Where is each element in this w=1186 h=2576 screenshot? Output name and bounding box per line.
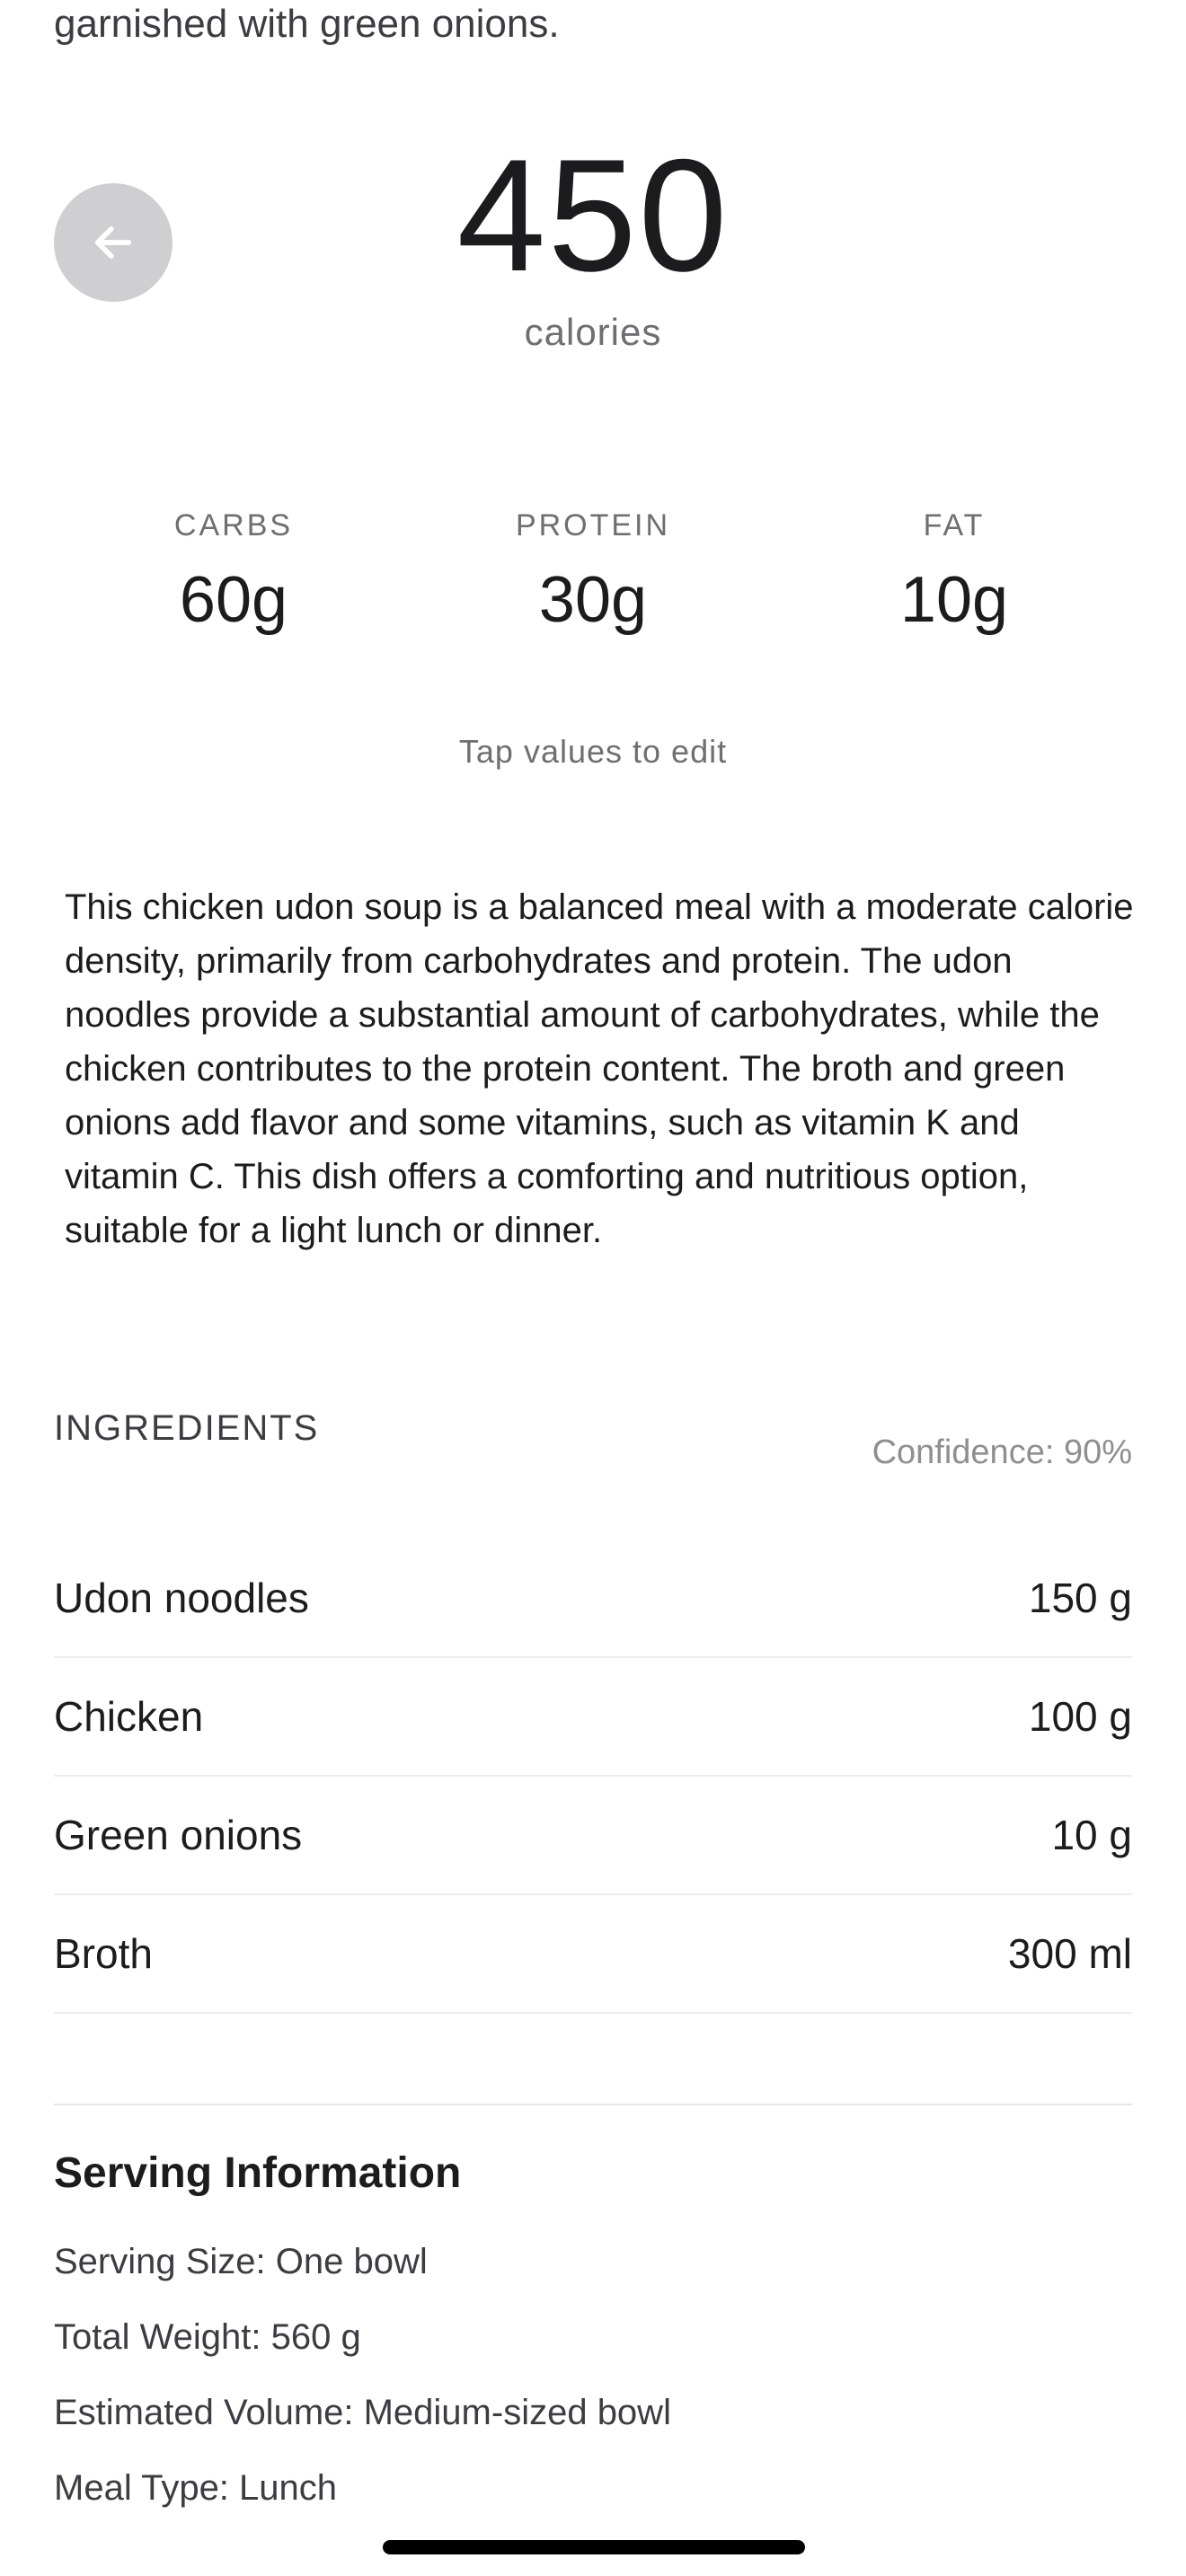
macro-label: FAT <box>923 508 986 543</box>
serving-info-title: Serving Information <box>54 2149 462 2197</box>
home-indicator <box>383 2540 805 2554</box>
macro-value[interactable]: 30g <box>458 563 728 637</box>
macro-label: PROTEIN <box>515 508 671 543</box>
macro-protein[interactable]: PROTEIN 30g <box>458 508 728 637</box>
ingredient-name: Broth <box>54 1930 153 1977</box>
ingredient-name: Chicken <box>54 1693 204 1740</box>
tap-hint: Tap values to edit <box>458 733 728 770</box>
serving-size: Serving Size: One bowl <box>54 2242 428 2281</box>
meal-type: Meal Type: Lunch <box>54 2468 338 2508</box>
ingredients-list: Udon noodles 150 g Chicken 100 g Green o… <box>54 1539 1132 2014</box>
ingredient-row[interactable]: Green onions 10 g <box>54 1777 1132 1895</box>
macro-fat[interactable]: FAT 10g <box>819 508 1089 637</box>
estimated-volume: Estimated Volume: Medium-sized bowl <box>54 2393 671 2432</box>
ingredient-amount[interactable]: 150 g <box>1029 1574 1132 1622</box>
calories-label: calories <box>524 311 662 353</box>
ingredient-row[interactable]: Broth 300 ml <box>54 1895 1132 2014</box>
calories-value[interactable]: 450 <box>0 126 1186 305</box>
macro-value[interactable]: 60g <box>99 563 368 637</box>
total-weight: Total Weight: 560 g <box>54 2317 361 2357</box>
macro-value[interactable]: 10g <box>819 563 1089 637</box>
ingredients-title: INGREDIENTS <box>54 1408 320 1448</box>
section-divider <box>54 2104 1132 2105</box>
ingredient-name: Green onions <box>54 1812 303 1858</box>
ingredient-amount[interactable]: 10 g <box>1051 1811 1132 1859</box>
ingredient-amount[interactable]: 100 g <box>1029 1692 1132 1741</box>
description-text: garnished with green onions. <box>54 2 560 46</box>
ingredient-row[interactable]: Chicken 100 g <box>54 1658 1132 1777</box>
macro-carbs[interactable]: CARBS 60g <box>99 508 368 637</box>
ingredient-row[interactable]: Udon noodles 150 g <box>54 1539 1132 1658</box>
nutrition-summary: This chicken udon soup is a balanced mea… <box>65 887 1134 1250</box>
ingredient-name: Udon noodles <box>54 1575 309 1621</box>
macro-label: CARBS <box>173 508 294 543</box>
ingredient-amount[interactable]: 300 ml <box>1008 1929 1132 1978</box>
confidence-label: Confidence: 90% <box>872 1434 1132 1471</box>
